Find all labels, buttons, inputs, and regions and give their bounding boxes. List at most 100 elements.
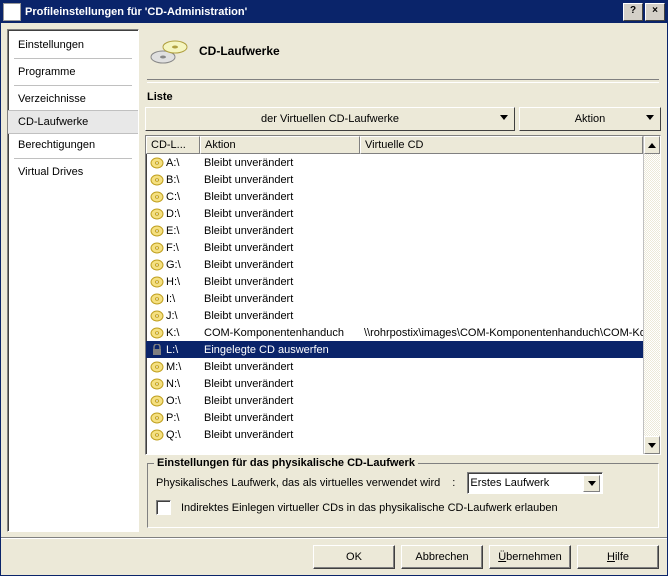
sidebar-item-virtual-drives[interactable]: Virtual Drives xyxy=(8,161,138,183)
cell-virtual-cd xyxy=(360,196,643,198)
divider xyxy=(14,85,132,86)
action-label: Aktion xyxy=(575,113,606,125)
cell-virtual-cd xyxy=(360,383,643,385)
cell-virtual-cd xyxy=(360,213,643,215)
cell-drive: M:\ xyxy=(146,360,200,374)
table-row[interactable]: G:\Bleibt unverändert xyxy=(146,256,643,273)
cell-action: Eingelegte CD auswerfen xyxy=(200,343,360,357)
help-button[interactable]: Hilfe xyxy=(577,545,659,569)
cd-icon xyxy=(150,378,164,390)
section-title: CD-Laufwerke xyxy=(199,44,280,58)
table-row[interactable]: B:\Bleibt unverändert xyxy=(146,171,643,188)
table-row[interactable]: C:\Bleibt unverändert xyxy=(146,188,643,205)
cell-action: Bleibt unverändert xyxy=(200,292,360,306)
cd-icon xyxy=(150,225,164,237)
cell-drive: J:\ xyxy=(146,309,200,323)
cd-drives-icon xyxy=(149,35,189,67)
cell-virtual-cd xyxy=(360,417,643,419)
drives-filter-dropdown[interactable]: der Virtuellen CD-Laufwerke xyxy=(145,107,515,131)
cell-action: Bleibt unverändert xyxy=(200,224,360,238)
cell-virtual-cd xyxy=(360,162,643,164)
cell-drive: I:\ xyxy=(146,292,200,306)
action-dropdown[interactable]: Aktion xyxy=(519,107,661,131)
cell-action: Bleibt unverändert xyxy=(200,377,360,391)
table-row[interactable]: L:\Eingelegte CD auswerfen xyxy=(146,341,643,358)
cell-action: Bleibt unverändert xyxy=(200,360,360,374)
dialog-buttons: OK Abbrechen Übernehmen Hilfe xyxy=(1,538,667,575)
table-row[interactable]: F:\Bleibt unverändert xyxy=(146,239,643,256)
cell-drive: L:\ xyxy=(146,343,200,357)
table-row[interactable]: N:\Bleibt unverändert xyxy=(146,375,643,392)
cd-icon xyxy=(150,293,164,305)
lock-icon xyxy=(150,344,164,356)
help-button[interactable]: ? xyxy=(623,3,643,21)
cell-virtual-cd xyxy=(360,247,643,249)
cell-drive: B:\ xyxy=(146,173,200,187)
cell-virtual-cd: \\rohrpostix\images\COM-Komponentenhandu… xyxy=(360,326,643,340)
cell-drive: F:\ xyxy=(146,241,200,255)
dialog-body: EinstellungenProgrammeVerzeichnisseCD-La… xyxy=(1,23,667,538)
table-body: A:\Bleibt unverändertB:\Bleibt unverände… xyxy=(146,154,643,454)
scroll-down-button[interactable] xyxy=(644,436,660,454)
cancel-button[interactable]: Abbrechen xyxy=(401,545,483,569)
table-row[interactable]: I:\Bleibt unverändert xyxy=(146,290,643,307)
cell-virtual-cd xyxy=(360,264,643,266)
physical-drive-value: Erstes Laufwerk xyxy=(470,477,549,489)
cell-action: Bleibt unverändert xyxy=(200,309,360,323)
cd-icon xyxy=(150,157,164,169)
list-label: Liste xyxy=(145,89,661,107)
cd-icon xyxy=(150,208,164,220)
close-button[interactable]: × xyxy=(645,3,665,21)
drives-filter-label: der Virtuellen CD-Laufwerke xyxy=(261,113,399,125)
cell-drive: D:\ xyxy=(146,207,200,221)
cell-action: Bleibt unverändert xyxy=(200,241,360,255)
table-header: CD-L... Aktion Virtuelle CD xyxy=(146,136,643,154)
column-virtual-cd[interactable]: Virtuelle CD xyxy=(360,136,643,154)
app-icon xyxy=(3,3,21,21)
ok-button[interactable]: OK xyxy=(313,545,395,569)
physical-drive-select[interactable]: Erstes Laufwerk xyxy=(467,472,603,494)
sidebar-item-programme[interactable]: Programme xyxy=(8,61,138,83)
cell-virtual-cd xyxy=(360,366,643,368)
table-row[interactable]: E:\Bleibt unverändert xyxy=(146,222,643,239)
table-row[interactable]: D:\Bleibt unverändert xyxy=(146,205,643,222)
cell-drive: P:\ xyxy=(146,411,200,425)
vertical-scrollbar[interactable] xyxy=(643,136,660,454)
column-drive[interactable]: CD-L... xyxy=(146,136,200,154)
cell-action: Bleibt unverändert xyxy=(200,275,360,289)
table-row[interactable]: A:\Bleibt unverändert xyxy=(146,154,643,171)
divider xyxy=(14,58,132,59)
table-row[interactable]: M:\Bleibt unverändert xyxy=(146,358,643,375)
cell-action: Bleibt unverändert xyxy=(200,156,360,170)
scroll-track[interactable] xyxy=(644,154,660,436)
sidebar-item-cd-laufwerke[interactable]: CD-Laufwerke xyxy=(8,110,138,134)
sidebar-item-berechtigungen[interactable]: Berechtigungen xyxy=(8,134,138,156)
divider xyxy=(147,79,659,83)
table-row[interactable]: P:\Bleibt unverändert xyxy=(146,409,643,426)
scroll-up-button[interactable] xyxy=(644,136,660,154)
cd-icon xyxy=(150,395,164,407)
table-row[interactable]: Q:\Bleibt unverändert xyxy=(146,426,643,443)
cell-action: Bleibt unverändert xyxy=(200,173,360,187)
cell-drive: G:\ xyxy=(146,258,200,272)
physical-drive-label: Physikalisches Laufwerk, das als virtuel… xyxy=(156,477,440,489)
cell-virtual-cd xyxy=(360,298,643,300)
cd-icon xyxy=(150,242,164,254)
column-action[interactable]: Aktion xyxy=(200,136,360,154)
sidebar-item-verzeichnisse[interactable]: Verzeichnisse xyxy=(8,88,138,110)
drives-table: CD-L... Aktion Virtuelle CD A:\Bleibt un… xyxy=(145,135,661,455)
indirect-insert-label: Indirektes Einlegen virtueller CDs in da… xyxy=(181,502,558,514)
table-row[interactable]: O:\Bleibt unverändert xyxy=(146,392,643,409)
chevron-down-icon xyxy=(500,115,508,120)
cell-drive: O:\ xyxy=(146,394,200,408)
table-row[interactable]: J:\Bleibt unverändert xyxy=(146,307,643,324)
cell-virtual-cd xyxy=(360,400,643,402)
apply-button[interactable]: Übernehmen xyxy=(489,545,571,569)
list-toolbar: der Virtuellen CD-Laufwerke Aktion xyxy=(145,107,661,131)
table-row[interactable]: K:\COM-Komponentenhanduch\\rohrpostix\im… xyxy=(146,324,643,341)
cd-icon xyxy=(150,259,164,271)
sidebar-item-einstellungen[interactable]: Einstellungen xyxy=(8,34,138,56)
table-row[interactable]: H:\Bleibt unverändert xyxy=(146,273,643,290)
indirect-insert-checkbox[interactable] xyxy=(156,500,171,515)
chevron-down-icon xyxy=(583,475,600,492)
